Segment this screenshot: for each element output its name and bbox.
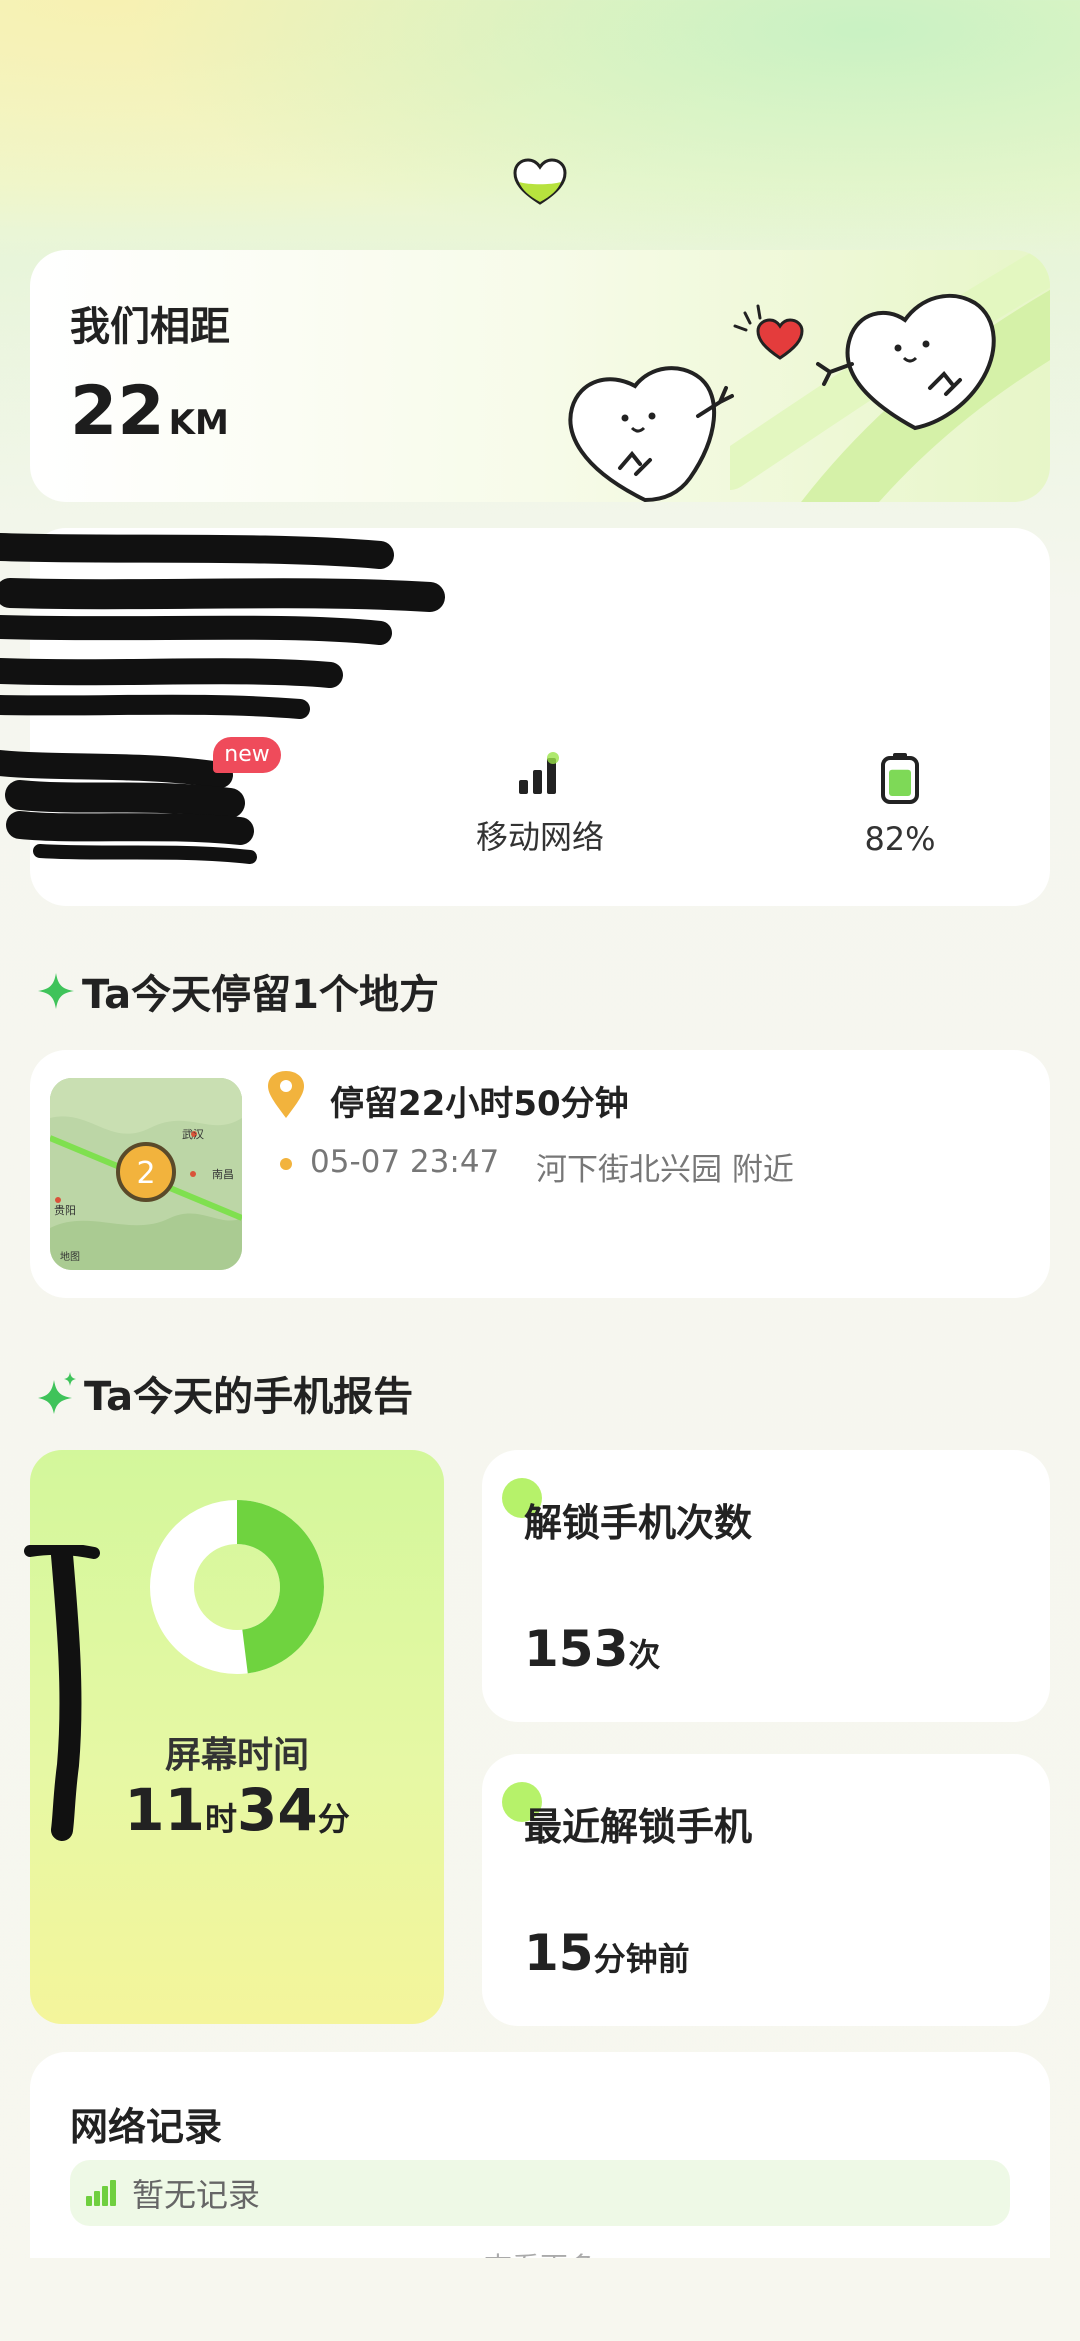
place-time: 05-07 23:47 [310,1144,500,1180]
stay-duration: 停留22小时50分钟 [330,1084,629,1124]
unlock-count-unit: 次 [628,1636,661,1674]
place-card[interactable]: 武汉 南昌 贵阳 地图 2 停留22小时50分钟 05-07 23:47 河下街… [30,1050,1050,1298]
recent-unlock-card[interactable]: 最近解锁手机 15分钟前 [482,1754,1050,2026]
battery-status: 82% [800,752,1000,858]
map-watermark: 地图 [60,1250,80,1263]
unlock-count-value: 153次 [524,1620,660,1678]
network-record-title: 网络记录 [70,2105,223,2149]
map-graphic: 武汉 南昌 贵阳 地图 2 [50,1078,242,1270]
battery-label: 82% [864,820,936,858]
map-city-nanchang: 南昌 [212,1168,234,1181]
map-city-wuhan: 武汉 [182,1128,204,1141]
report-section-title: Ta今天的手机报告 [36,1364,413,1422]
screen-minutes-unit: 分 [317,1800,350,1838]
places-section-title: Ta今天停留1个地方 [36,962,439,1020]
recent-unlock-value: 15分钟前 [524,1924,690,1982]
screen-time-ring [150,1500,324,1674]
sparkle-icon [38,1372,76,1414]
recent-unlock-label: 最近解锁手机 [524,1805,753,1849]
unlock-count-card[interactable]: 解锁手机次数 153次 [482,1450,1050,1722]
screen-hours-unit: 时 [204,1800,237,1838]
report-title: Ta今天的手机报告 [84,1374,414,1420]
distance-value: 22 KM [70,372,229,451]
places-title: Ta今天停留1个地方 [82,972,439,1018]
distance-card[interactable]: 我们相距 22 KM [30,250,1050,502]
unlock-count-number: 153 [524,1620,629,1678]
map-city-guiyang: 贵阳 [54,1204,76,1217]
pen-mark-scribble [24,1545,100,1841]
heart-logo-icon [513,158,567,205]
sparkle-icon [38,973,74,1009]
unlock-count-label: 解锁手机次数 [524,1501,753,1545]
place-count-marker: 2 [136,1156,155,1191]
new-badge: new [213,737,281,773]
location-pin-icon [268,1071,304,1118]
distance-label: 我们相距 [70,304,230,350]
recent-unlock-number: 15 [524,1924,594,1982]
bottom-edge [0,2258,1080,2341]
map-thumbnail[interactable]: 武汉 南昌 贵阳 地图 2 [50,1078,242,1270]
battery-icon [881,753,919,804]
hugging-hearts-illustration [568,293,996,502]
network-empty-text: 暂无记录 [132,2176,261,2214]
recent-unlock-unit: 分钟前 [593,1940,690,1978]
distance-unit: KM [168,403,229,443]
network-record-empty: 暂无记录 [70,2160,1010,2226]
place-address: 河下街北兴园 附近 [536,1152,794,1188]
signal-bars-icon [519,752,559,794]
network-status: 移动网络 [440,752,640,858]
screen-minutes: 34 [237,1776,318,1844]
timeline-dot [280,1158,292,1170]
signal-bars-icon [86,2180,116,2206]
screen-hours: 11 [124,1776,205,1844]
distance-number: 22 [70,372,165,451]
network-label: 移动网络 [475,818,604,856]
